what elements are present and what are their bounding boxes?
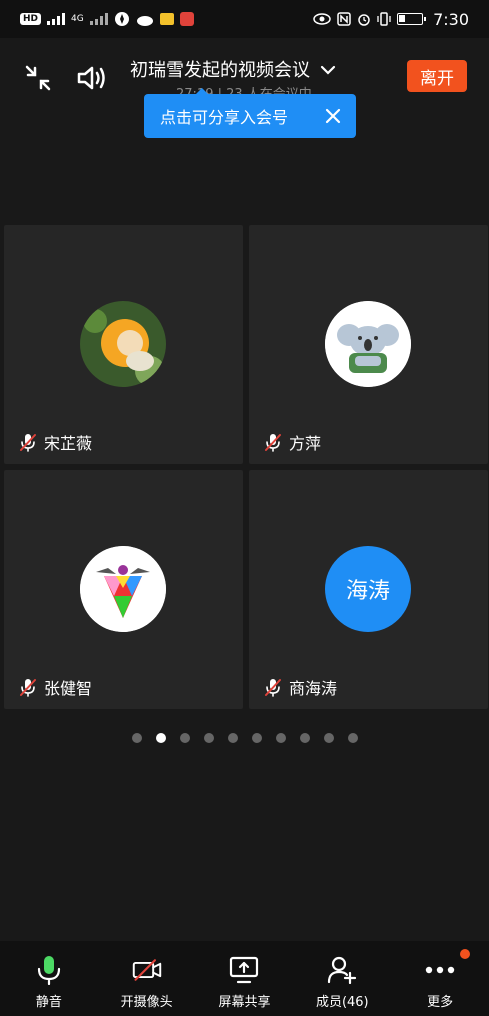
page-indicator	[0, 733, 489, 743]
page-dot[interactable]	[227, 733, 238, 743]
meeting-header: 初瑞雪发起的视频会议 27:19 | 23 人在会议中 离开 点击可分享入会号	[0, 38, 489, 138]
participant-name: 方萍	[289, 434, 322, 453]
signal-icon-2	[89, 13, 108, 25]
compass-icon	[114, 11, 130, 27]
mic-status-icon	[179, 12, 194, 26]
vibrate-icon	[377, 12, 391, 26]
participant-tile[interactable]: 宋芷薇	[4, 225, 243, 464]
participant-name-row: 宋芷薇	[18, 430, 92, 454]
status-bar: HD 4G 7:30	[0, 0, 489, 38]
status-left: HD 4G	[20, 11, 194, 27]
avatar	[80, 301, 166, 387]
battery-icon	[397, 13, 427, 25]
avatar	[80, 546, 166, 632]
page-dot[interactable]	[323, 733, 334, 743]
meeting-title[interactable]: 初瑞雪发起的视频会议	[130, 56, 310, 82]
participant-tile[interactable]: 张健智	[4, 470, 243, 709]
participant-tile[interactable]: 海涛 商海涛	[249, 470, 488, 709]
page-dot[interactable]	[275, 733, 286, 743]
meeting-title-wrap[interactable]: 初瑞雪发起的视频会议	[130, 56, 360, 82]
eye-icon	[313, 13, 331, 25]
mic-muted-icon	[263, 677, 283, 697]
signal-icon	[47, 13, 66, 25]
status-right: 7:30	[313, 10, 469, 29]
speaker-icon[interactable]	[74, 60, 110, 96]
participant-name: 宋芷薇	[44, 434, 93, 453]
mute-button[interactable]: 静音	[1, 955, 97, 1010]
alarm-icon	[357, 12, 371, 26]
page-dot[interactable]	[251, 733, 262, 743]
hd-badge: HD	[20, 13, 42, 25]
participant-name-row: 方萍	[263, 430, 321, 454]
close-icon[interactable]	[322, 105, 344, 127]
notification-dot	[460, 949, 471, 959]
chevron-down-icon[interactable]	[320, 60, 336, 79]
camera-label: 开摄像头	[120, 995, 173, 1010]
mic-muted-icon	[18, 677, 38, 697]
network-type: 4G	[71, 14, 84, 24]
bottom-toolbar: 静音 开摄像头 屏幕共享 成员(46) 更多	[0, 941, 489, 1016]
participant-name-row: 商海涛	[263, 675, 337, 699]
page-dot[interactable]	[131, 733, 142, 743]
weather-icon	[136, 12, 154, 26]
members-label: 成员(46)	[315, 995, 369, 1010]
screen-share-icon	[229, 955, 259, 985]
mic-muted-icon	[263, 432, 283, 452]
more-button[interactable]: 更多	[392, 949, 488, 1010]
share-tip-text: 点击可分享入会号	[160, 108, 289, 127]
participant-name-row: 张健智	[18, 675, 92, 699]
more-icon	[425, 955, 455, 985]
page-dot[interactable]	[347, 733, 358, 743]
add-user-icon	[327, 955, 357, 985]
participant-grid: 宋芷薇 方萍 张健智 海涛 商海涛	[4, 225, 488, 710]
share-tip[interactable]: 点击可分享入会号	[144, 88, 356, 138]
camera-off-icon	[132, 955, 162, 985]
page-dot[interactable]	[299, 733, 310, 743]
more-label: 更多	[427, 995, 454, 1010]
participant-name: 张健智	[44, 679, 93, 698]
camera-button[interactable]: 开摄像头	[99, 955, 195, 1010]
mute-label: 静音	[35, 995, 62, 1010]
page-dot[interactable]	[179, 733, 190, 743]
collapse-icon[interactable]	[20, 60, 56, 96]
screen-share-button[interactable]: 屏幕共享	[196, 955, 292, 1010]
microphone-icon	[34, 955, 64, 985]
screen-share-label: 屏幕共享	[218, 995, 271, 1010]
page-dot-active[interactable]	[155, 733, 166, 743]
avatar	[325, 301, 411, 387]
participant-name: 商海涛	[289, 679, 338, 698]
page-dot[interactable]	[203, 733, 214, 743]
avatar: 海涛	[325, 546, 411, 632]
members-button[interactable]: 成员(46)	[294, 955, 390, 1010]
mic-muted-icon	[18, 432, 38, 452]
participant-tile[interactable]: 方萍	[249, 225, 488, 464]
leave-button[interactable]: 离开	[407, 60, 467, 92]
nfc-icon	[337, 12, 351, 26]
clock: 7:30	[433, 9, 469, 29]
mail-icon	[159, 13, 174, 25]
